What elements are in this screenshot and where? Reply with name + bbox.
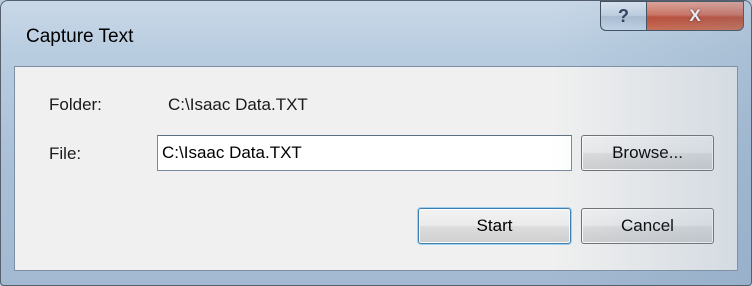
folder-label: Folder: (49, 95, 102, 114)
close-icon: X (689, 6, 701, 25)
browse-button[interactable]: Browse... (581, 135, 714, 171)
dialog-client-area: Folder: C:\Isaac Data.TXT File: Browse..… (14, 66, 738, 271)
window-title: Capture Text (26, 26, 134, 47)
folder-value: C:\Isaac Data.TXT (168, 95, 308, 114)
file-path-input[interactable] (157, 135, 572, 171)
capture-text-dialog: Capture Text ? X Folder: C:\Isaac Data.T… (0, 0, 752, 286)
title-bar[interactable]: Capture Text ? X (1, 1, 751, 46)
start-button[interactable]: Start (418, 208, 571, 244)
cancel-button[interactable]: Cancel (581, 208, 714, 244)
file-label: File: (49, 144, 82, 163)
help-button[interactable]: ? (600, 1, 646, 31)
close-button[interactable]: X (646, 1, 744, 31)
caption-buttons: ? X (600, 1, 744, 31)
help-icon: ? (618, 5, 629, 26)
